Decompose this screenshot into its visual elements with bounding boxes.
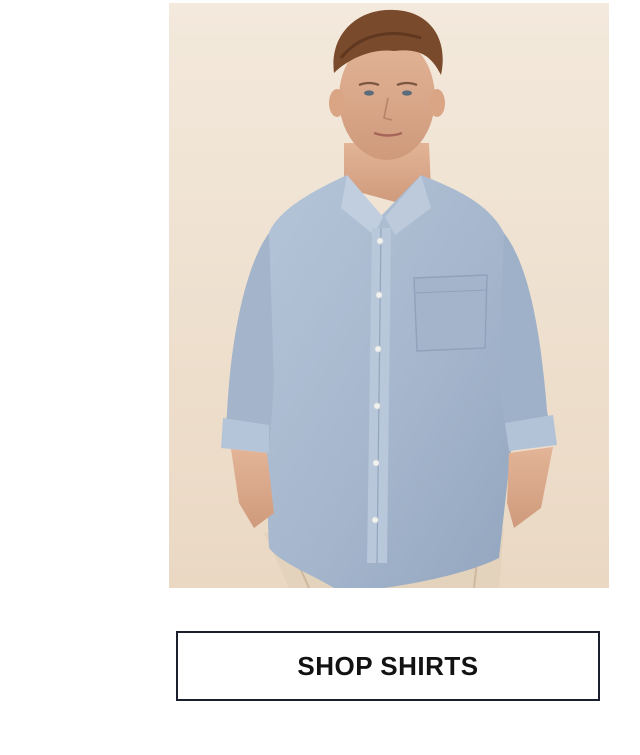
- shop-shirts-button[interactable]: SHOP SHIRTS: [176, 631, 600, 701]
- model-photo: [169, 3, 609, 588]
- shop-shirts-label: SHOP SHIRTS: [297, 650, 479, 681]
- promo-page: SHOP SHIRTS: [0, 0, 640, 755]
- hero-product-image[interactable]: [169, 3, 609, 588]
